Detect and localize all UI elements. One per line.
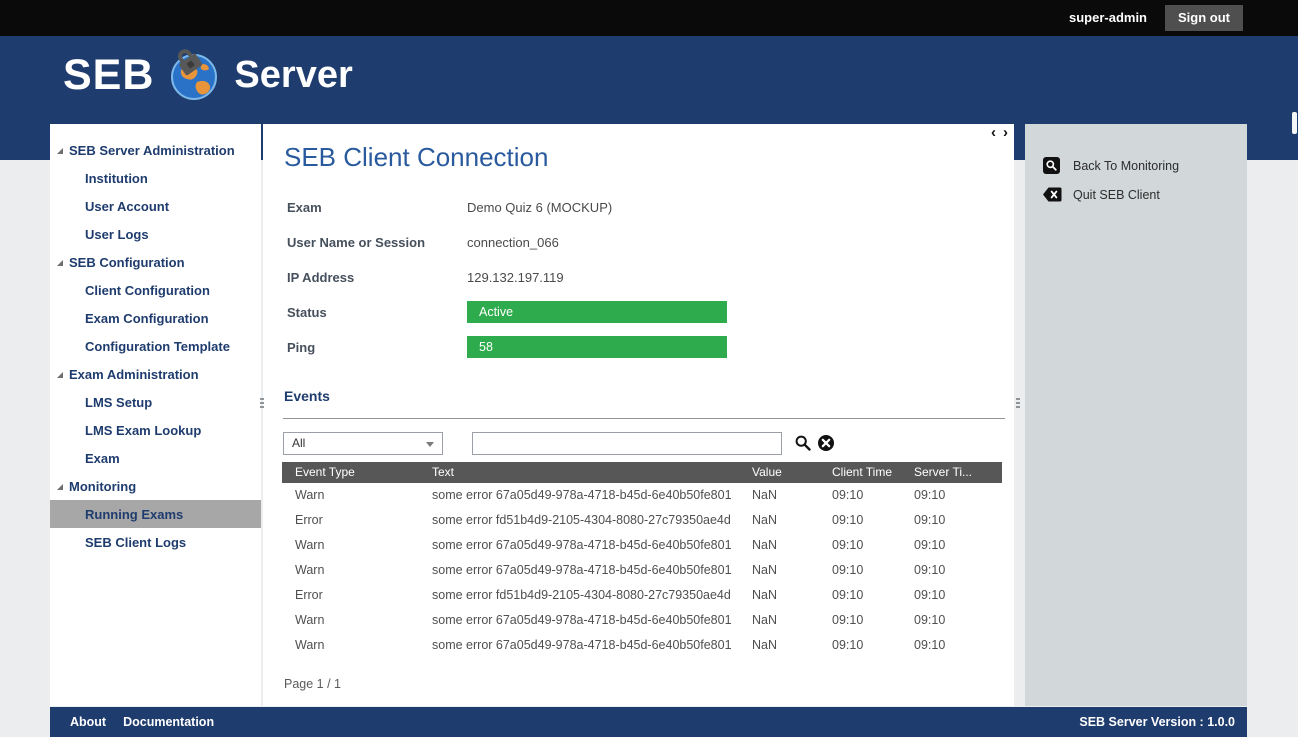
- sidebar-item-monitoring[interactable]: Monitoring: [50, 472, 261, 500]
- page-title: SEB Client Connection: [284, 142, 548, 173]
- events-search-input[interactable]: [472, 432, 782, 455]
- sidebar-navigation: SEB Server Administration Institution Us…: [50, 124, 261, 706]
- sidebar-item-seb-server-administration[interactable]: SEB Server Administration: [50, 136, 261, 164]
- field-status: Status Active: [287, 305, 727, 329]
- table-row[interactable]: Warn some error 67a05d49-978a-4718-b45d-…: [282, 633, 1002, 658]
- field-label: Status: [287, 305, 467, 329]
- action-label: Quit SEB Client: [1073, 188, 1160, 202]
- logo-text-server: Server: [234, 54, 352, 97]
- page-scrollbar-thumb[interactable]: [1292, 112, 1297, 134]
- status-badge: Active: [467, 301, 727, 323]
- field-label: IP Address: [287, 270, 467, 294]
- field-exam: Exam Demo Quiz 6 (MOCKUP): [287, 200, 612, 224]
- pagination-label: Page 1 / 1: [284, 677, 341, 691]
- sidebar-item-seb-configuration[interactable]: SEB Configuration: [50, 248, 261, 276]
- field-label: Exam: [287, 200, 467, 224]
- field-value: Demo Quiz 6 (MOCKUP): [467, 200, 612, 224]
- search-icon[interactable]: [794, 434, 812, 452]
- chevron-right-icon[interactable]: ›: [1003, 124, 1008, 141]
- table-row[interactable]: Warn some error 67a05d49-978a-4718-b45d-…: [282, 608, 1002, 633]
- field-label: Ping: [287, 340, 467, 364]
- sidebar-item-lms-exam-lookup[interactable]: LMS Exam Lookup: [50, 416, 261, 444]
- column-header-value[interactable]: Value: [752, 462, 832, 483]
- globe-lock-icon: [167, 48, 221, 102]
- main-panel: ‹ › SEB Client Connection Exam Demo Quiz…: [263, 124, 1014, 706]
- clear-filter-icon[interactable]: [817, 434, 835, 452]
- table-row[interactable]: Warn some error 67a05d49-978a-4718-b45d-…: [282, 533, 1002, 558]
- sidebar-item-exam[interactable]: Exam: [50, 444, 261, 472]
- field-value: 129.132.197.119: [467, 270, 564, 294]
- ping-badge: 58: [467, 336, 727, 358]
- column-header-client-time[interactable]: Client Time: [832, 462, 914, 483]
- quit-backspace-icon: [1043, 186, 1060, 203]
- panel-pager: ‹ ›: [991, 124, 1008, 141]
- sidebar-item-configuration-template[interactable]: Configuration Template: [50, 332, 261, 360]
- splitter-grip[interactable]: [1015, 396, 1021, 422]
- section-divider: [283, 418, 1005, 419]
- version-label: SEB Server Version : 1.0.0: [1079, 715, 1235, 729]
- sidebar-item-seb-client-logs[interactable]: SEB Client Logs: [50, 528, 261, 556]
- sidebar-item-user-account[interactable]: User Account: [50, 192, 261, 220]
- sidebar-item-exam-configuration[interactable]: Exam Configuration: [50, 304, 261, 332]
- documentation-link[interactable]: Documentation: [123, 715, 214, 729]
- tree-expand-icon: [57, 372, 63, 378]
- table-row[interactable]: Warn some error 67a05d49-978a-4718-b45d-…: [282, 558, 1002, 583]
- footer-bar: About Documentation SEB Server Version :…: [50, 707, 1247, 737]
- monitor-search-icon: [1043, 157, 1060, 174]
- chevron-down-icon: [426, 442, 434, 447]
- splitter-grip[interactable]: [259, 396, 265, 422]
- field-user-session: User Name or Session connection_066: [287, 235, 559, 259]
- sidebar-item-lms-setup[interactable]: LMS Setup: [50, 388, 261, 416]
- table-row[interactable]: Error some error fd51b4d9-2105-4304-8080…: [282, 508, 1002, 533]
- table-row[interactable]: Warn some error 67a05d49-978a-4718-b45d-…: [282, 483, 1002, 508]
- events-table: Event Type Text Value Client Time Server…: [282, 462, 1002, 658]
- events-table-header: Event Type Text Value Client Time Server…: [282, 462, 1002, 483]
- quit-seb-client-button[interactable]: Quit SEB Client: [1043, 186, 1160, 203]
- sidebar-item-user-logs[interactable]: User Logs: [50, 220, 261, 248]
- tree-expand-icon: [57, 260, 63, 266]
- about-link[interactable]: About: [70, 715, 106, 729]
- table-row[interactable]: Error some error fd51b4d9-2105-4304-8080…: [282, 583, 1002, 608]
- field-value: connection_066: [467, 235, 559, 259]
- column-header-server-time[interactable]: Server Ti...: [914, 462, 989, 483]
- top-bar: super-admin Sign out: [0, 0, 1298, 36]
- events-section-title: Events: [284, 388, 330, 404]
- sidebar-item-running-exams[interactable]: Running Exams: [50, 500, 261, 528]
- sidebar-item-exam-administration[interactable]: Exam Administration: [50, 360, 261, 388]
- tree-expand-icon: [57, 148, 63, 154]
- action-pane: Back To Monitoring Quit SEB Client: [1025, 124, 1247, 706]
- app-logo: SEB Server: [63, 48, 353, 102]
- column-header-event-type[interactable]: Event Type: [282, 462, 432, 483]
- field-ip-address: IP Address 129.132.197.119: [287, 270, 564, 294]
- chevron-left-icon[interactable]: ‹: [991, 124, 996, 141]
- back-to-monitoring-button[interactable]: Back To Monitoring: [1043, 157, 1179, 174]
- logo-text-seb: SEB: [63, 51, 154, 100]
- tree-expand-icon: [57, 484, 63, 490]
- action-label: Back To Monitoring: [1073, 159, 1179, 173]
- sign-out-button[interactable]: Sign out: [1165, 5, 1243, 31]
- event-type-filter-select[interactable]: All: [283, 432, 443, 455]
- column-header-text[interactable]: Text: [432, 462, 752, 483]
- field-label: User Name or Session: [287, 235, 467, 259]
- sidebar-item-institution[interactable]: Institution: [50, 164, 261, 192]
- sidebar-item-client-configuration[interactable]: Client Configuration: [50, 276, 261, 304]
- current-user-label: super-admin: [1069, 10, 1147, 25]
- field-ping: Ping 58: [287, 340, 727, 364]
